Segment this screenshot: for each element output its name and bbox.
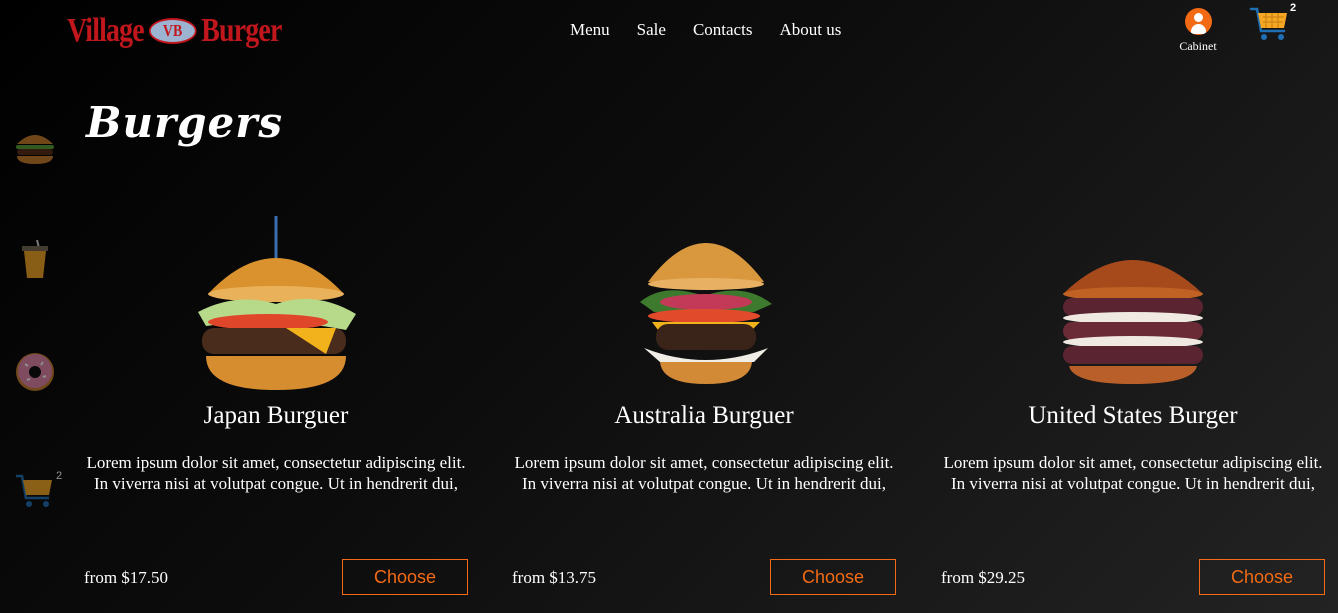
sidebar-cart-count: 2 bbox=[56, 470, 63, 482]
product-price: from $29.25 bbox=[941, 568, 1026, 587]
sidebar-drink[interactable] bbox=[13, 238, 57, 282]
burger-icon bbox=[16, 135, 54, 164]
user-icon bbox=[1184, 8, 1212, 35]
cabinet-label: Cabinet bbox=[1179, 39, 1217, 53]
cart-icon bbox=[1249, 7, 1287, 40]
product-description: Lorem ipsum dolor sit amet, consectetur … bbox=[514, 453, 894, 493]
nav-menu[interactable]: Menu bbox=[570, 20, 610, 40]
cart-count: 2 bbox=[1290, 2, 1297, 14]
choose-button[interactable]: Choose bbox=[770, 559, 896, 595]
product-card: Japan Burguer Lorem ipsum dolor sit amet… bbox=[84, 212, 468, 602]
cabinet-button[interactable]: Cabinet bbox=[1172, 8, 1224, 54]
product-price: from $13.75 bbox=[512, 568, 597, 587]
sidebar-donut[interactable] bbox=[13, 350, 57, 394]
brand-left: Village bbox=[67, 12, 145, 49]
nav-contacts[interactable]: Contacts bbox=[693, 20, 753, 40]
product-card: United States Burger Lorem ipsum dolor s… bbox=[941, 212, 1325, 602]
main-nav: Menu Sale Contacts About us bbox=[570, 20, 841, 40]
sidebar-burger[interactable] bbox=[13, 124, 57, 168]
product-name: Australia Burguer bbox=[614, 402, 794, 429]
product-card: Australia Burguer Lorem ipsum dolor sit … bbox=[512, 212, 896, 602]
sidebar-cart[interactable]: 2 bbox=[13, 468, 69, 512]
choose-button[interactable]: Choose bbox=[342, 559, 468, 595]
cart-button[interactable]: 2 bbox=[1248, 2, 1297, 46]
brand-logo[interactable]: Village VB Burger bbox=[67, 8, 282, 54]
burger-image bbox=[1063, 260, 1203, 384]
brand-right: Burger bbox=[201, 12, 282, 49]
page-title: Burgers bbox=[86, 98, 284, 147]
nav-about-us[interactable]: About us bbox=[779, 20, 841, 40]
product-description: Lorem ipsum dolor sit amet, consectetur … bbox=[86, 453, 466, 493]
donut-icon bbox=[16, 353, 54, 391]
product-name: Japan Burguer bbox=[203, 402, 349, 429]
product-name: United States Burger bbox=[1028, 402, 1238, 429]
brand-badge: VB bbox=[148, 18, 197, 44]
nav-sale[interactable]: Sale bbox=[637, 20, 666, 40]
cart-icon bbox=[16, 474, 52, 507]
product-description: Lorem ipsum dolor sit amet, consectetur … bbox=[943, 453, 1323, 493]
drink-icon bbox=[22, 239, 48, 278]
burger-image bbox=[640, 243, 772, 384]
burger-image bbox=[198, 216, 356, 390]
product-price: from $17.50 bbox=[84, 568, 169, 587]
choose-button[interactable]: Choose bbox=[1199, 559, 1325, 595]
